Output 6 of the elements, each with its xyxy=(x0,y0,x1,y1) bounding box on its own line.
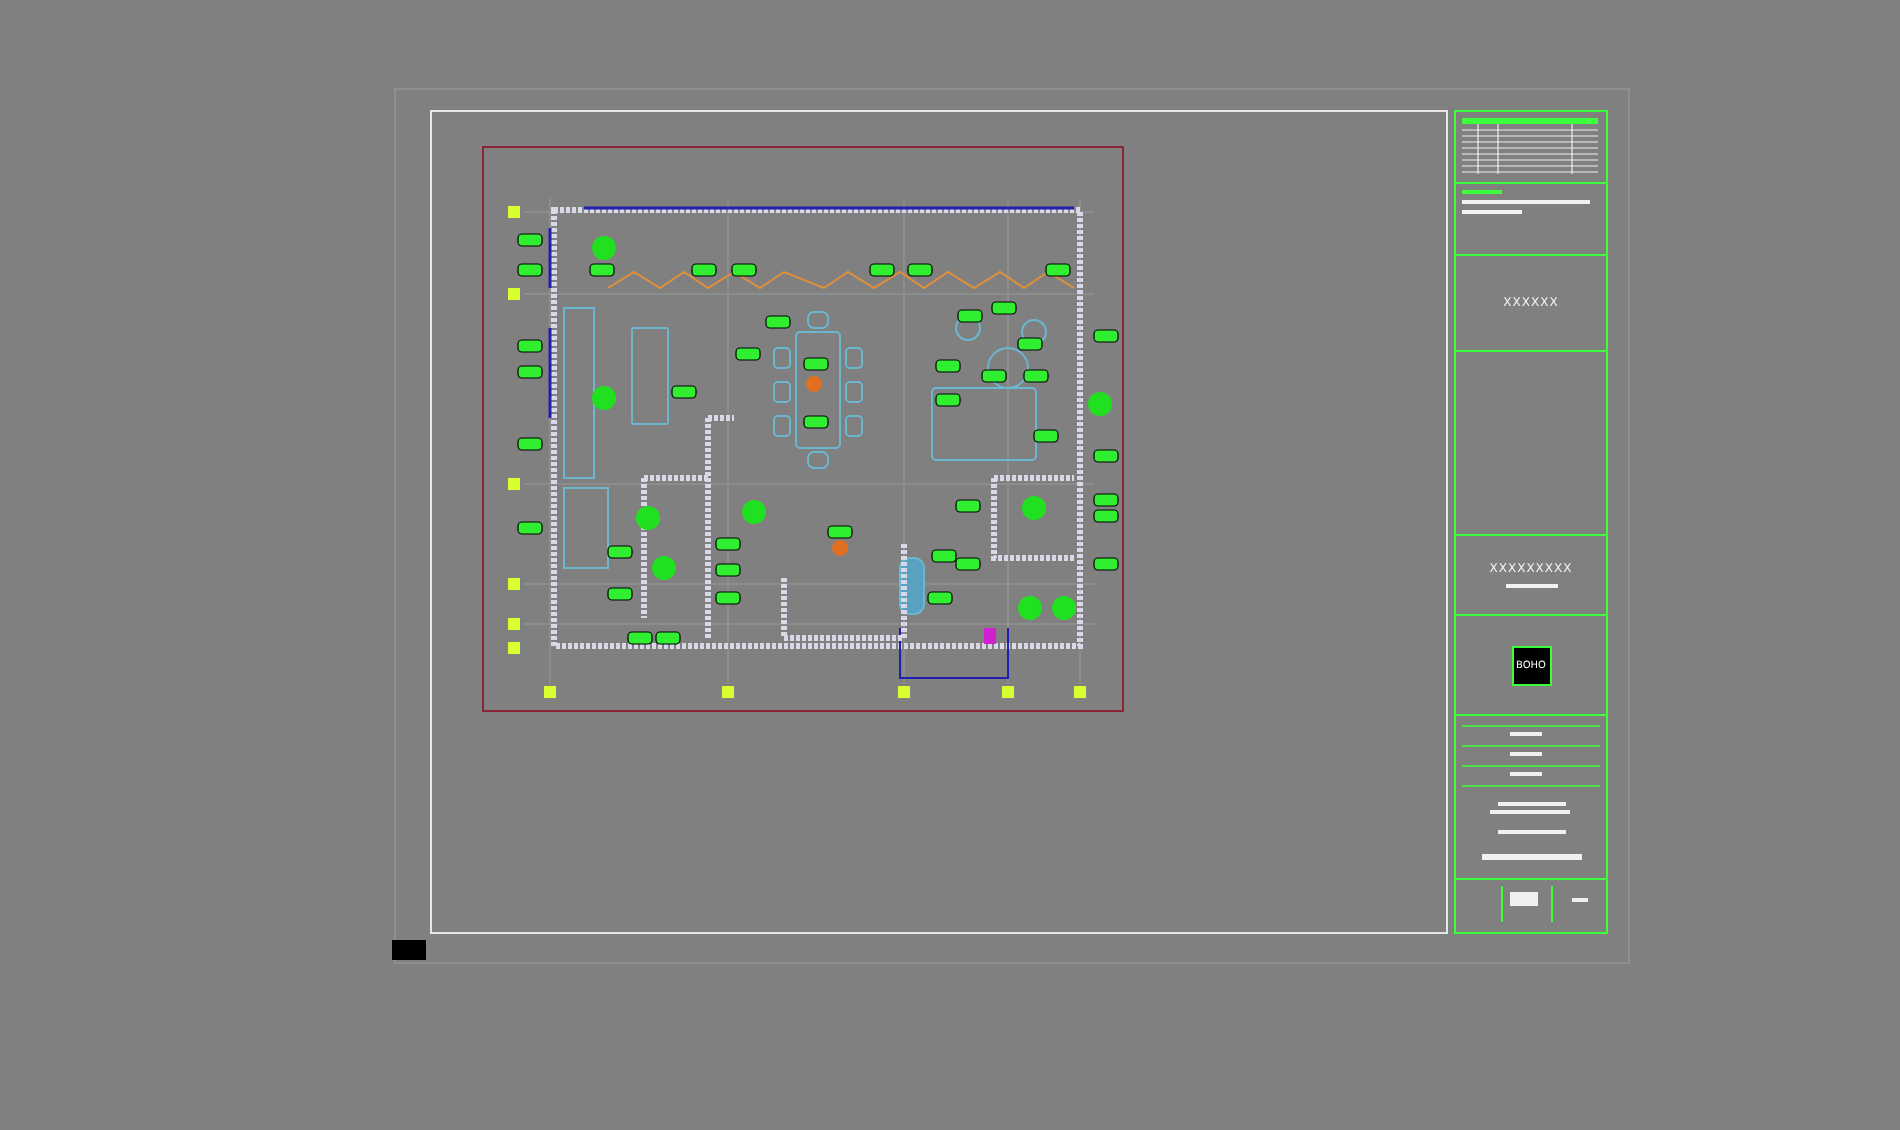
heading-line-drawing xyxy=(1462,190,1502,194)
note-line-drawing xyxy=(1462,200,1590,204)
underline-drawing xyxy=(1505,584,1557,588)
revision-table-drawing xyxy=(1462,118,1598,174)
marker-block xyxy=(392,940,426,960)
note-line-drawing xyxy=(1462,210,1522,214)
